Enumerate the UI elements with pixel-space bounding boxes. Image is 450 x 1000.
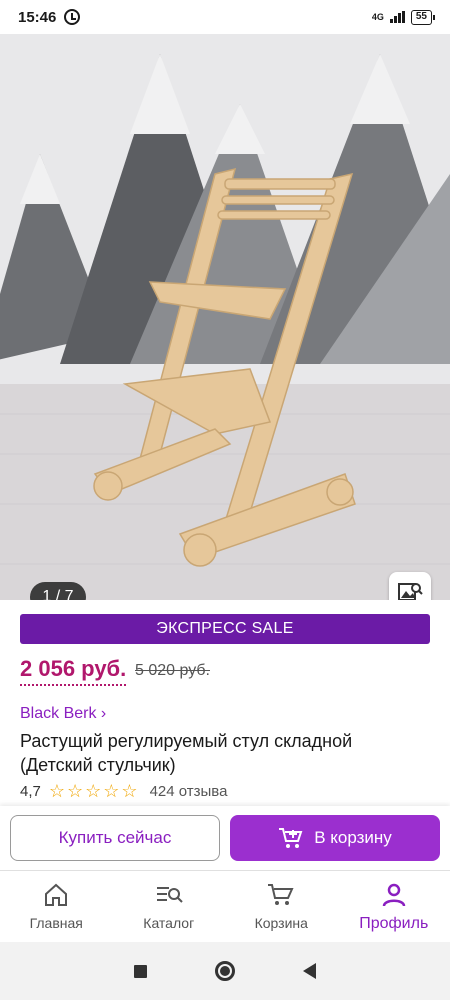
- profile-icon: [381, 881, 407, 909]
- reviews-count: 424 отзыва: [149, 782, 228, 800]
- add-to-cart-button[interactable]: В корзину: [230, 815, 440, 861]
- nav-item-label: Каталог: [143, 915, 195, 931]
- rating-row[interactable]: 4,7 ☆ ☆ ☆ ☆ ☆ 424 отзыва: [20, 782, 227, 800]
- network-label: 4G: [371, 12, 384, 22]
- catalog-search-icon: [155, 881, 183, 909]
- back-icon[interactable]: [303, 963, 316, 979]
- cart-icon: [267, 881, 295, 909]
- product-photo[interactable]: 1 / 7: [0, 34, 450, 600]
- battery-icon: 55: [410, 9, 436, 25]
- chair-photo-image: [0, 34, 450, 600]
- product-screen: 15:46 4G 55 1 / 7 ЭКСПРЕСС SALE 2 056 ру…: [0, 0, 450, 1000]
- action-bar: Купить сейчас В корзину: [0, 806, 450, 870]
- signal-icon: [389, 11, 405, 23]
- express-sale-banner[interactable]: ЭКСПРЕСС SALE: [20, 614, 430, 644]
- nav-item-home[interactable]: Главная: [0, 871, 113, 942]
- status-bar: 15:46 4G 55: [0, 0, 450, 34]
- old-price: 5 020 руб.: [135, 662, 210, 679]
- status-right: 4G 55: [371, 9, 436, 25]
- status-time: 15:46: [18, 8, 57, 26]
- star-icon: ☆: [67, 781, 84, 801]
- add-cart-icon: [279, 828, 303, 848]
- rating-stars: ☆ ☆ ☆ ☆ ☆: [49, 782, 138, 800]
- buy-now-button[interactable]: Купить сейчас: [10, 815, 220, 861]
- nav-item-label: Профиль: [359, 915, 429, 932]
- system-nav-bar: [0, 942, 450, 1000]
- alarm-icon: [64, 9, 81, 25]
- current-price[interactable]: 2 056 руб.: [20, 656, 127, 686]
- nav-item-label: Корзина: [254, 915, 308, 931]
- star-icon: ☆: [48, 781, 65, 801]
- rating-value: 4,7: [20, 782, 41, 800]
- star-icon: ☆: [121, 781, 138, 801]
- nav-item-profile[interactable]: Профиль: [338, 871, 450, 942]
- image-search-icon[interactable]: [389, 572, 431, 600]
- home-icon: [43, 881, 69, 909]
- brand-link[interactable]: Black Berk ›: [20, 705, 106, 723]
- recent-apps-icon[interactable]: [134, 964, 147, 978]
- bottom-nav: Главная Каталог Корзина Профиль: [0, 870, 450, 942]
- product-title: Растущий регулируемый стул складной (Дет…: [20, 731, 353, 775]
- star-icon: ☆: [85, 781, 102, 801]
- home-button-icon[interactable]: [215, 961, 235, 981]
- add-to-cart-label: В корзину: [314, 828, 392, 847]
- star-icon: ☆: [103, 781, 120, 801]
- gallery-counter: 1 / 7: [30, 582, 86, 600]
- nav-item-cart[interactable]: Корзина: [225, 871, 338, 942]
- nav-item-catalog[interactable]: Каталог: [113, 871, 226, 942]
- nav-item-label: Главная: [29, 915, 83, 931]
